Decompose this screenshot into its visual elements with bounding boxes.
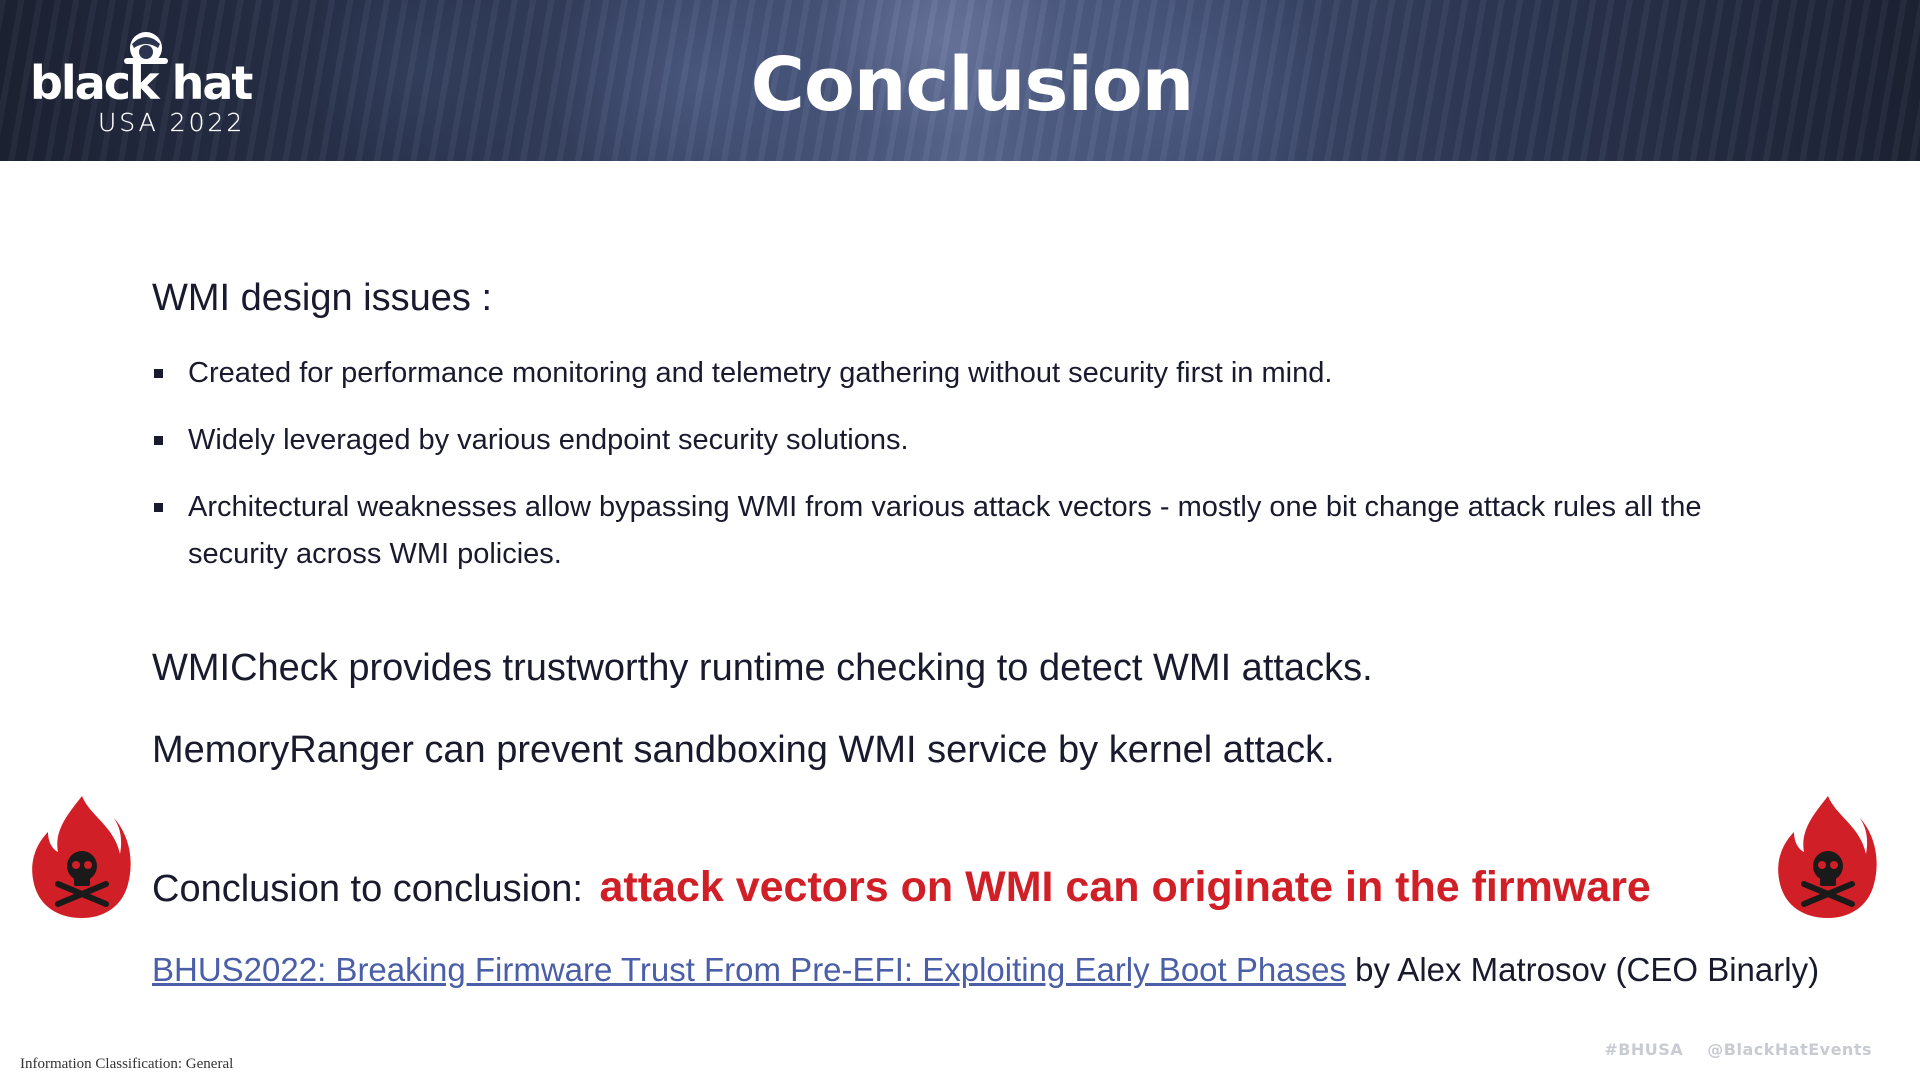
hashtag-text: #BHUSA bbox=[1604, 1040, 1684, 1059]
memoryranger-statement: MemoryRanger can prevent sandboxing WMI … bbox=[152, 729, 1335, 771]
list-item: Widely leveraged by various endpoint sec… bbox=[152, 417, 1792, 464]
bullet-text: Widely leveraged by various endpoint sec… bbox=[188, 424, 909, 456]
classification-label: Information Classification: General bbox=[20, 1056, 234, 1072]
square-bullet-icon bbox=[154, 503, 163, 512]
square-bullet-icon bbox=[154, 369, 163, 378]
footer-social: #BHUSA @BlackHatEvents bbox=[1604, 1040, 1872, 1059]
conclusion-emphasis: attack vectors on WMI can originate in t… bbox=[599, 863, 1651, 911]
wmicheck-statement: WMICheck provides trustworthy runtime ch… bbox=[152, 647, 1373, 689]
reference-line: BHUS2022: Breaking Firmware Trust From P… bbox=[152, 950, 1819, 990]
header-banner: black hat USA 2022 Conclusion bbox=[0, 0, 1920, 161]
slide: black hat USA 2022 Conclusion WMI design… bbox=[0, 0, 1920, 1080]
social-handle-text: @BlackHatEvents bbox=[1707, 1040, 1872, 1059]
square-bullet-icon bbox=[154, 436, 163, 445]
reference-suffix: by Alex Matrosov (CEO Binarly) bbox=[1355, 951, 1820, 988]
section-heading: WMI design issues : bbox=[152, 277, 492, 319]
conclusion-prefix: Conclusion to conclusion: bbox=[152, 868, 583, 910]
slide-title: Conclusion bbox=[750, 42, 1195, 128]
reference-link[interactable]: BHUS2022: Breaking Firmware Trust From P… bbox=[152, 951, 1346, 988]
list-item: Created for performance monitoring and t… bbox=[152, 350, 1792, 397]
bullet-text: Architectural weaknesses allow bypassing… bbox=[188, 491, 1702, 570]
list-item: Architectural weaknesses allow bypassing… bbox=[152, 484, 1792, 578]
bullet-list: Created for performance monitoring and t… bbox=[152, 350, 1792, 598]
skull-flame-icon bbox=[1778, 796, 1877, 918]
skull-flame-icon bbox=[32, 796, 131, 918]
conclusion-line: Conclusion to conclusion: attack vectors… bbox=[152, 862, 1651, 914]
bullet-text: Created for performance monitoring and t… bbox=[188, 357, 1333, 389]
